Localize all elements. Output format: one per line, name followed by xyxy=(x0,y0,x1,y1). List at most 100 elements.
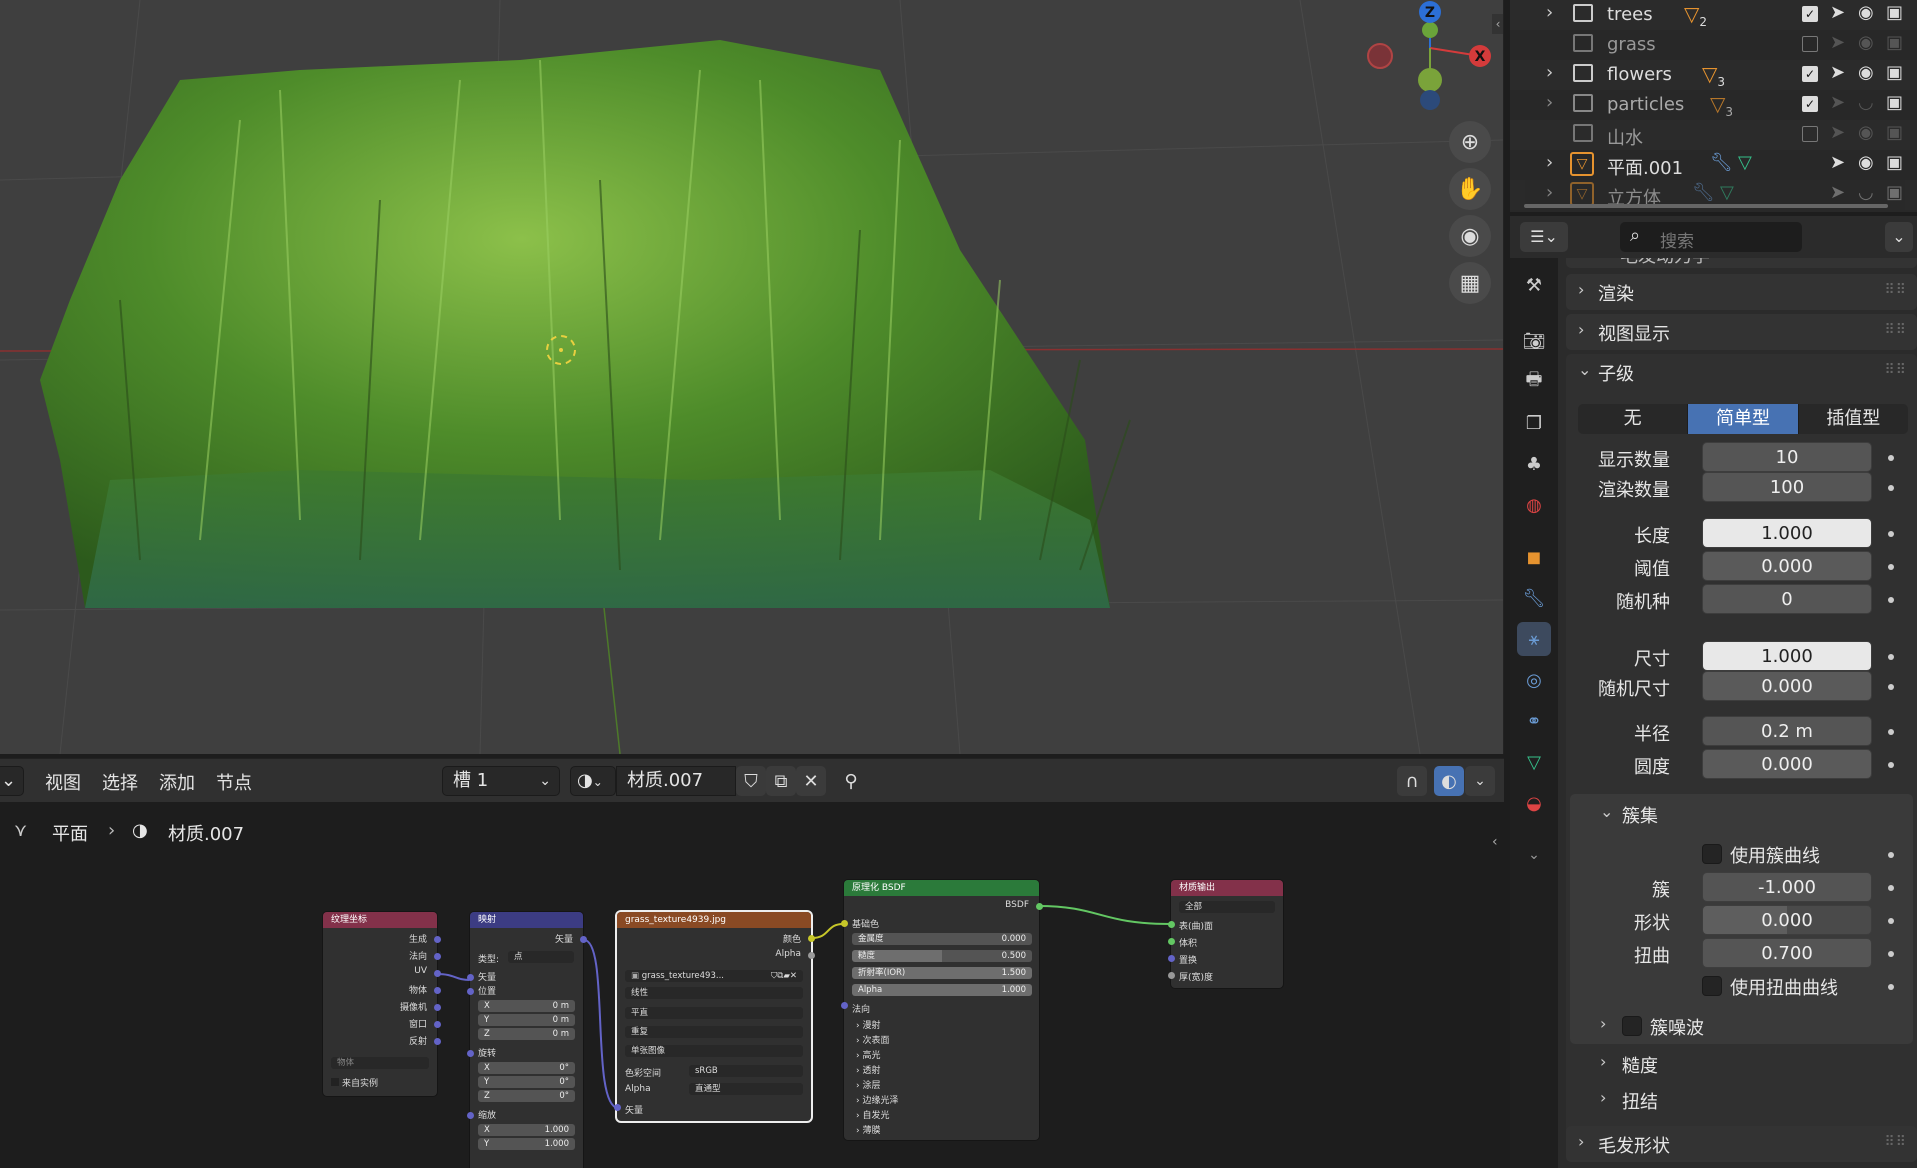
pin-icon[interactable]: ⚲ xyxy=(836,766,866,796)
twist-field[interactable]: 0.700 xyxy=(1702,938,1872,968)
keyframe-dot[interactable] xyxy=(1888,564,1894,570)
roundness-field[interactable]: 0.000 xyxy=(1702,749,1872,779)
socket[interactable] xyxy=(434,1021,441,1028)
select-arrow-icon[interactable]: ➤ xyxy=(1830,122,1845,143)
eye-icon[interactable]: ◉ xyxy=(1858,152,1874,173)
checkbox-exclude[interactable]: ✓ xyxy=(1802,66,1818,82)
data-tab-icon[interactable]: ▽ xyxy=(1517,745,1551,779)
keyframe-dot[interactable] xyxy=(1888,597,1894,603)
location-x[interactable]: X0 m xyxy=(478,1000,575,1012)
subpanel-thin-film[interactable]: › 薄膜 xyxy=(856,1123,880,1136)
section-hair-shape[interactable]: › 毛发形状 ⠿⠿ xyxy=(1566,1126,1917,1162)
fake-user-shield-icon[interactable]: ⛉ xyxy=(736,766,766,796)
eye-icon[interactable]: ◉ xyxy=(1858,122,1874,143)
camera-render-icon[interactable]: ▣ xyxy=(1886,122,1903,143)
keyframe-dot[interactable] xyxy=(1888,729,1894,735)
checkbox-exclude[interactable] xyxy=(1802,36,1818,52)
random-size-field[interactable]: 0.000 xyxy=(1702,671,1872,701)
subpanel-roughness[interactable]: › 糙度 xyxy=(1570,1048,1913,1082)
outliner-row-trees[interactable]: › trees ▽2 ✓ ➤ ◉ ▣ xyxy=(1510,0,1917,30)
camera-render-icon[interactable]: ▣ xyxy=(1886,32,1903,53)
expand-chevron-icon[interactable]: › xyxy=(1546,92,1553,113)
socket[interactable] xyxy=(434,953,441,960)
bsdf-roughness[interactable]: 糙度 0.500 xyxy=(852,950,1032,962)
overlay-dropdown-chevron-icon[interactable]: ⌄ xyxy=(1465,766,1495,796)
snap-magnet-icon[interactable]: ∩ xyxy=(1397,766,1427,796)
expand-chevron-icon[interactable]: › xyxy=(1546,152,1553,173)
section-hair-dynamics-cut[interactable]: 毛发动力学 xyxy=(1566,258,1917,268)
section-render[interactable]: › 渲染 ⠿⠿ xyxy=(1566,274,1917,310)
unlink-close-icon[interactable]: ✕ xyxy=(796,766,826,796)
socket[interactable] xyxy=(434,970,441,977)
checkbox-exclude[interactable]: ✓ xyxy=(1802,96,1818,112)
image-file-field[interactable]: ▣ grass_texture493... ⛉⧉▰✕ xyxy=(625,970,803,982)
overlay-toggle-icon[interactable]: ◐ xyxy=(1434,766,1464,796)
scale-x[interactable]: X 1.000 xyxy=(478,1124,575,1136)
clump-noise-checkbox[interactable] xyxy=(1622,1016,1642,1036)
bsdf-ior[interactable]: 折射率(IOR) 1.500 xyxy=(852,967,1032,979)
subpanel-clump-noise[interactable]: › 簇噪波 xyxy=(1570,1008,1913,1044)
colorspace-dropdown[interactable]: sRGB xyxy=(689,1065,803,1077)
view-layer-tab-icon[interactable]: ❐ xyxy=(1517,406,1551,440)
eye-icon[interactable]: ◉ xyxy=(1858,2,1874,23)
gizmo-z-label[interactable]: Z xyxy=(1425,5,1435,21)
mapping-type-dropdown[interactable]: 点 xyxy=(508,951,574,963)
object-tab-icon[interactable]: ◼ xyxy=(1517,540,1551,574)
menu-node[interactable]: 节点 xyxy=(216,769,252,795)
menu-add[interactable]: 添加 xyxy=(159,769,195,795)
select-arrow-icon[interactable]: ➤ xyxy=(1830,32,1845,53)
expand-chevron-icon[interactable]: › xyxy=(1546,2,1553,23)
socket[interactable] xyxy=(580,936,587,943)
output-tab-icon[interactable]: 🖶︎ xyxy=(1517,365,1551,399)
socket[interactable] xyxy=(1036,903,1043,910)
child-mode-simple[interactable]: 简单型 xyxy=(1688,404,1799,434)
options-chevron-icon[interactable]: ⌄ xyxy=(1885,222,1913,252)
child-mode-interpolated[interactable]: 插值型 xyxy=(1799,404,1908,434)
outliner-row-grass[interactable]: grass ➤ ◉ ▣ xyxy=(1510,30,1917,60)
length-field[interactable]: 1.000 xyxy=(1702,518,1872,548)
socket[interactable] xyxy=(434,936,441,943)
subpanel-subsurface[interactable]: › 次表面 xyxy=(856,1033,889,1046)
rotation-z[interactable]: Z 0° xyxy=(478,1090,575,1102)
keyframe-dot[interactable] xyxy=(1888,918,1894,924)
drag-grip-icon[interactable]: ⠿⠿ xyxy=(1884,362,1907,378)
keyframe-dot[interactable] xyxy=(1888,654,1894,660)
child-mode-none[interactable]: 无 xyxy=(1578,404,1689,434)
physics-tab-icon[interactable]: ◎ xyxy=(1517,663,1551,697)
outliner-row-shanshui[interactable]: 山水 ➤ ◉ ▣ xyxy=(1510,120,1917,150)
subpanel-specular[interactable]: › 高光 xyxy=(856,1048,880,1061)
node-image-texture[interactable]: grass_texture4939.jpg 颜色 Alpha ▣ grass_t… xyxy=(617,912,811,1121)
use-twist-curve-checkbox[interactable] xyxy=(1702,976,1722,996)
material-tab-icon[interactable]: ◒ xyxy=(1517,786,1551,820)
node-mapping[interactable]: 映射 矢量 类型: 点 矢量 位置 X0 m Y0 m Z0 m 旋转 X 0° … xyxy=(470,912,583,1168)
subpanel-sheen[interactable]: › 边缘光泽 xyxy=(856,1093,898,1106)
node-principled-bsdf[interactable]: 原理化 BSDF BSDF 基础色 金属度 0.000 糙度 0.500 折射率(I… xyxy=(844,880,1039,1140)
node-material-output[interactable]: 材质输出 全部 表(曲)面 体积 置换 厚(宽)度 xyxy=(1171,880,1283,988)
extension-dropdown[interactable]: 重复 xyxy=(625,1026,803,1038)
modifier-tab-icon[interactable]: 🔧︎ xyxy=(1517,581,1551,615)
clump-factor-field[interactable]: -1.000 xyxy=(1702,872,1872,902)
subpanel-coat[interactable]: › 涂层 xyxy=(856,1078,880,1091)
menu-select[interactable]: 选择 xyxy=(102,769,138,795)
scene-tab-icon[interactable]: ♣ xyxy=(1517,447,1551,481)
socket[interactable] xyxy=(434,1004,441,1011)
rotation-x[interactable]: X 0° xyxy=(478,1062,575,1074)
seed-field[interactable]: 0 xyxy=(1702,584,1872,614)
outliner-row-particles[interactable]: › particles ▽3 ✓ ➤ ◡ ▣ xyxy=(1510,90,1917,120)
zoom-icon[interactable]: ⊕ xyxy=(1449,121,1491,163)
socket[interactable] xyxy=(467,1112,474,1119)
select-arrow-icon[interactable]: ➤ xyxy=(1830,62,1845,83)
camera-render-icon[interactable]: ▣ xyxy=(1886,92,1903,113)
constraints-tab-icon[interactable]: ⚭ xyxy=(1517,704,1551,738)
expand-chevron-icon[interactable]: › xyxy=(1546,182,1553,203)
keyframe-dot[interactable] xyxy=(1888,485,1894,491)
socket[interactable] xyxy=(808,952,815,959)
drag-grip-icon[interactable]: ⠿⠿ xyxy=(1884,282,1907,298)
socket[interactable] xyxy=(434,1038,441,1045)
size-field[interactable]: 1.000 xyxy=(1702,641,1872,671)
location-z[interactable]: Z0 m xyxy=(478,1028,575,1040)
render-amount-field[interactable]: 100 xyxy=(1702,472,1872,502)
socket[interactable] xyxy=(1168,938,1175,945)
menu-view[interactable]: 视图 xyxy=(45,769,81,795)
socket[interactable] xyxy=(841,920,848,927)
